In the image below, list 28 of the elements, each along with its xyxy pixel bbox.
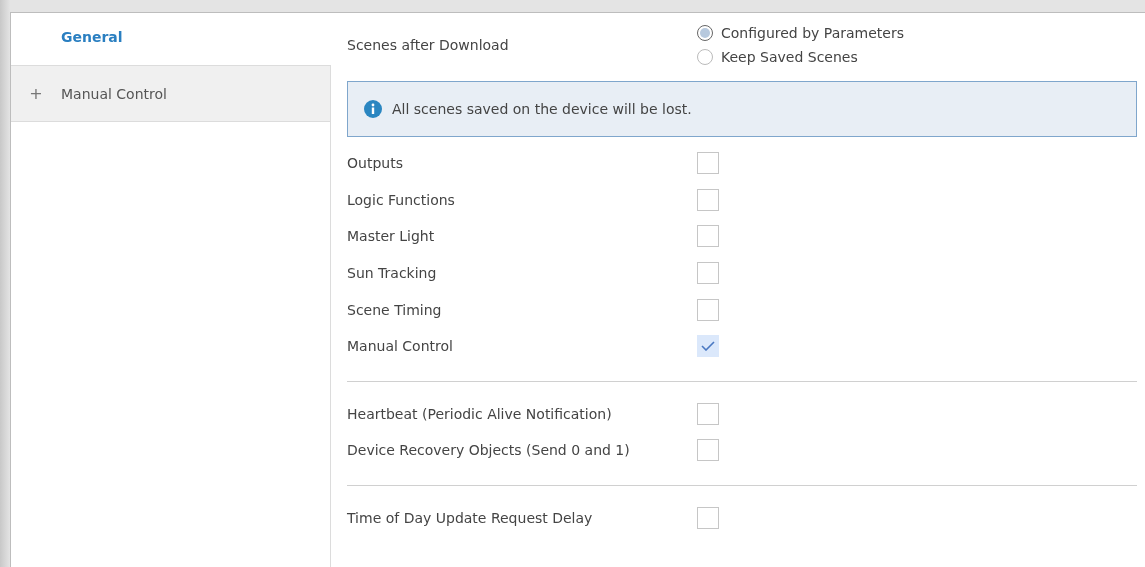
field-label: Scenes after Download	[347, 37, 509, 53]
checkbox[interactable]	[697, 439, 719, 462]
radio-button[interactable]	[697, 49, 713, 65]
option-label[interactable]: Keep Saved Scenes	[721, 49, 858, 65]
checkbox[interactable]	[697, 152, 719, 175]
field-label: Heartbeat (Periodic Alive Notification)	[347, 405, 612, 422]
checkbox[interactable]	[697, 402, 719, 425]
checkmark-icon	[701, 341, 715, 352]
field-label: Master Light	[347, 228, 435, 245]
checkbox[interactable]	[697, 225, 719, 248]
checkbox[interactable]	[697, 262, 719, 285]
option-label[interactable]: Configured by Parameters	[721, 25, 904, 41]
checkbox[interactable]	[697, 507, 719, 530]
checkbox[interactable]	[697, 298, 719, 321]
checkbox[interactable]	[697, 335, 719, 358]
sidebar-item[interactable]: + Manual Control	[11, 66, 331, 122]
field-label: Time of Day Update Request Delay	[347, 510, 593, 527]
field-label: Manual Control	[347, 338, 453, 355]
field-label: Logic Functions	[347, 191, 455, 208]
info-text: All scenes saved on the device will be lost.	[392, 101, 692, 117]
field-label: Sun Tracking	[347, 265, 437, 282]
info-icon	[364, 100, 382, 118]
field-label: Scene Timing	[347, 301, 442, 318]
radio-button[interactable]	[697, 25, 713, 41]
field-label: Outputs	[347, 155, 403, 172]
field-label: Device Recovery Objects (Send 0 and 1)	[347, 442, 630, 459]
checkbox[interactable]	[697, 188, 719, 211]
expand-toggle[interactable]: +	[11, 84, 61, 103]
